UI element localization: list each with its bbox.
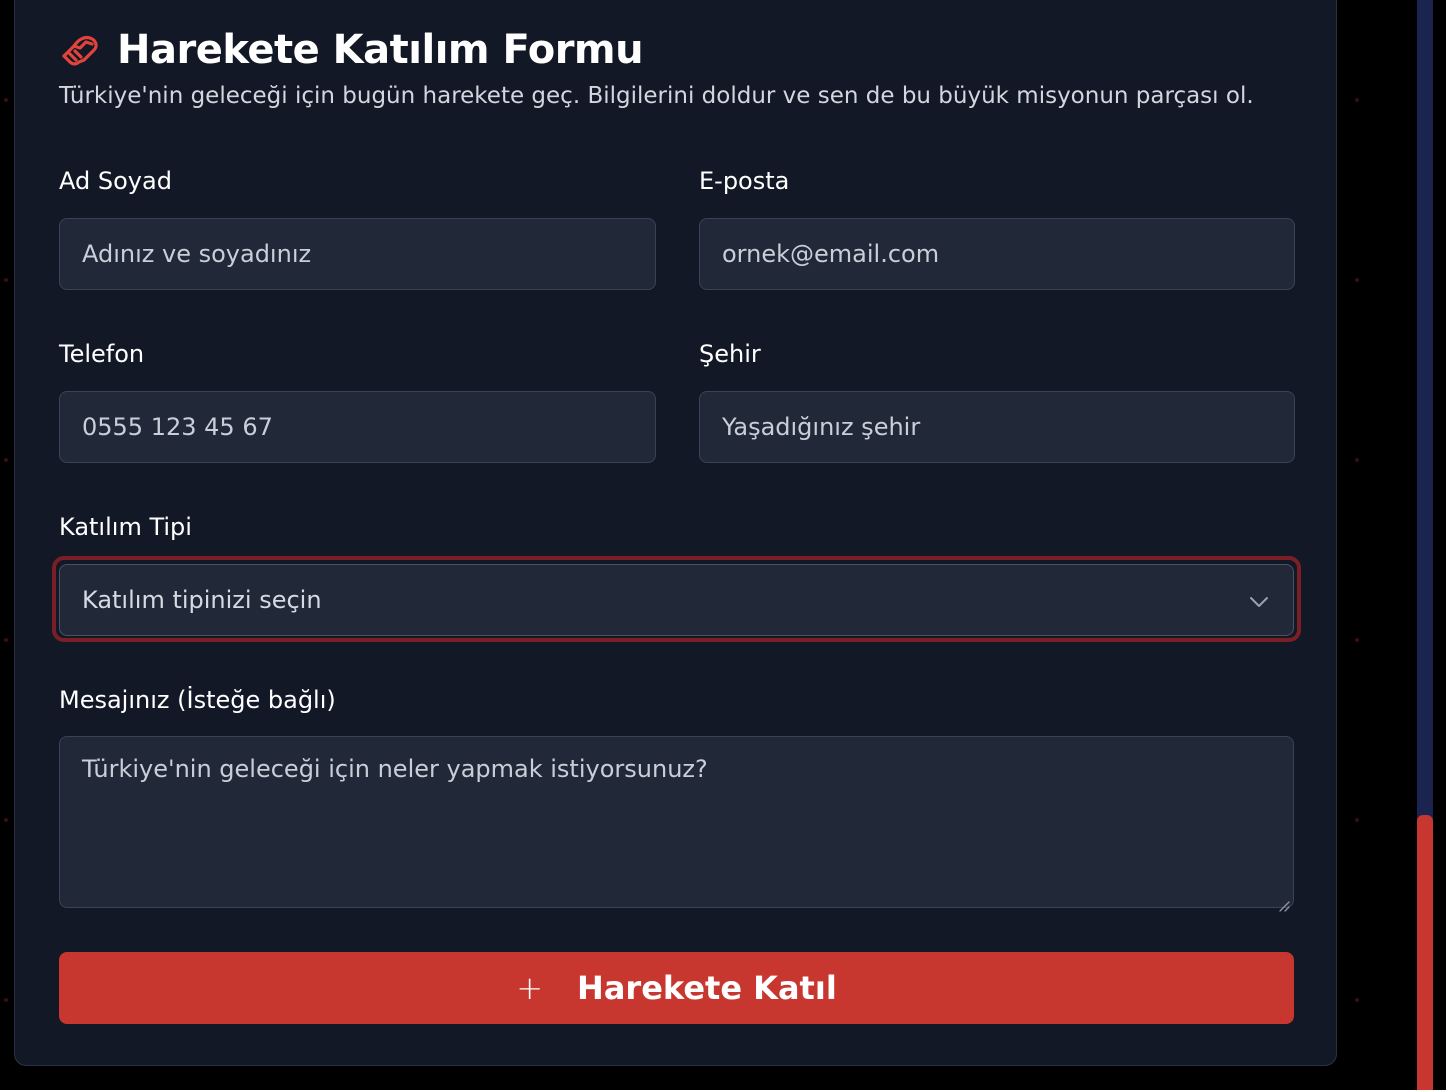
background-dot <box>1355 998 1359 1002</box>
email-input[interactable]: ornek@email.com <box>699 218 1295 290</box>
form-header: Harekete Katılım Formu <box>59 23 644 77</box>
background-dot <box>4 638 8 642</box>
background-dot <box>4 278 8 282</box>
resize-handle-icon[interactable] <box>1277 891 1291 912</box>
background-dot <box>1355 278 1359 282</box>
participation-type-value: Katılım tipinizi seçin <box>82 586 322 614</box>
message-label: Mesajınız (İsteğe bağlı) <box>59 686 336 714</box>
background-dot <box>4 818 8 822</box>
city-input[interactable]: Yaşadığınız şehir <box>699 391 1295 463</box>
name-label: Ad Soyad <box>59 167 172 195</box>
city-input-placeholder: Yaşadığınız şehir <box>722 413 921 441</box>
name-input-placeholder: Adınız ve soyadınız <box>82 240 312 268</box>
chevron-down-icon <box>1249 586 1269 614</box>
form-subtitle: Türkiye'nin geleceği için bugün harekete… <box>59 83 1254 109</box>
city-label: Şehir <box>699 340 761 368</box>
form-title: Harekete Katılım Formu <box>117 27 644 73</box>
page-scrollbar-thumb[interactable] <box>1417 815 1433 1090</box>
handshake-icon <box>59 28 103 72</box>
background-dot <box>1355 98 1359 102</box>
background-dot <box>4 458 8 462</box>
message-textarea[interactable]: Türkiye'nin geleceği için neler yapmak i… <box>59 736 1294 912</box>
phone-input-placeholder: 0555 123 45 67 <box>82 413 273 441</box>
background-dot <box>1355 638 1359 642</box>
message-textarea-placeholder: Türkiye'nin geleceği için neler yapmak i… <box>82 755 708 783</box>
participation-type-label: Katılım Tipi <box>59 513 192 541</box>
participation-type-select[interactable]: Katılım tipinizi seçin <box>59 564 1294 636</box>
phone-input[interactable]: 0555 123 45 67 <box>59 391 656 463</box>
background-dot <box>1355 818 1359 822</box>
email-label: E-posta <box>699 167 790 195</box>
participation-form-card: Harekete Katılım Formu Türkiye'nin gelec… <box>14 0 1337 1066</box>
page: Harekete Katılım Formu Türkiye'nin gelec… <box>0 0 1446 1090</box>
email-input-placeholder: ornek@email.com <box>722 240 940 268</box>
name-input[interactable]: Adınız ve soyadınız <box>59 218 656 290</box>
background-dot <box>4 98 8 102</box>
join-movement-button[interactable]: + Harekete Katıl <box>59 952 1294 1024</box>
join-movement-button-label: Harekete Katıl <box>577 969 837 1007</box>
background-dot <box>1355 458 1359 462</box>
background-dot <box>4 998 8 1002</box>
plus-icon: + <box>516 969 544 1007</box>
phone-label: Telefon <box>59 340 145 368</box>
